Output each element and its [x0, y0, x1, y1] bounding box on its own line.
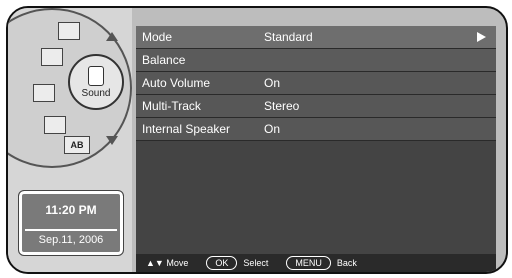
- play-right-icon: [477, 32, 486, 42]
- sound-label: Sound: [81, 87, 111, 99]
- sound-icon: [88, 65, 104, 86]
- sound-menu-button[interactable]: Sound: [68, 54, 124, 110]
- equalizer-icon[interactable]: [33, 84, 55, 102]
- clock-time: 11:20 PM: [45, 203, 97, 217]
- menu-row-value: On: [264, 76, 281, 90]
- menu-row-label: Mode: [142, 30, 173, 44]
- menu-button[interactable]: MENU: [286, 256, 331, 270]
- control-hints: ▲▼ Move OK Select MENU Back: [136, 254, 496, 272]
- menu-row-label: Multi-Track: [142, 99, 201, 113]
- ab-icon[interactable]: AB: [64, 136, 90, 154]
- menu-row-auto-volume[interactable]: Auto Volume On: [136, 72, 496, 95]
- menu-row-internal-speaker[interactable]: Internal Speaker On: [136, 118, 496, 141]
- menu-row-multi-track[interactable]: Multi-Track Stereo: [136, 95, 496, 118]
- speaker-icon[interactable]: [41, 48, 63, 66]
- picture-icon[interactable]: [58, 22, 80, 40]
- timer-icon[interactable]: [44, 116, 66, 134]
- ok-button[interactable]: OK: [206, 256, 238, 270]
- back-hint: Back: [336, 258, 357, 268]
- up-arrow-icon[interactable]: [106, 32, 118, 41]
- settings-panel: Mode Standard Balance Auto Volume On Mul…: [136, 26, 496, 254]
- clock-widget: 11:20 PM Sep.11, 2006: [18, 190, 124, 256]
- menu-row-value: Standard: [264, 30, 313, 44]
- tv-osd-frame: AB Sound 11:20 PM Sep.11, 2006 Mode Stan…: [6, 6, 508, 274]
- menu-row-value: On: [264, 122, 281, 136]
- left-nav: AB Sound 11:20 PM Sep.11, 2006: [8, 8, 132, 272]
- menu-row-label: Auto Volume: [142, 76, 211, 90]
- menu-row-label: Balance: [142, 53, 186, 67]
- menu-row-value: Stereo: [264, 99, 300, 113]
- menu-row-mode[interactable]: Mode Standard: [136, 26, 496, 49]
- select-hint: Select: [243, 258, 269, 268]
- move-hint: ▲▼ Move: [146, 258, 189, 268]
- menu-row-balance[interactable]: Balance: [136, 49, 496, 72]
- clock-date: Sep.11, 2006: [25, 229, 117, 249]
- down-arrow-icon[interactable]: [106, 136, 118, 145]
- menu-row-label: Internal Speaker: [142, 122, 231, 136]
